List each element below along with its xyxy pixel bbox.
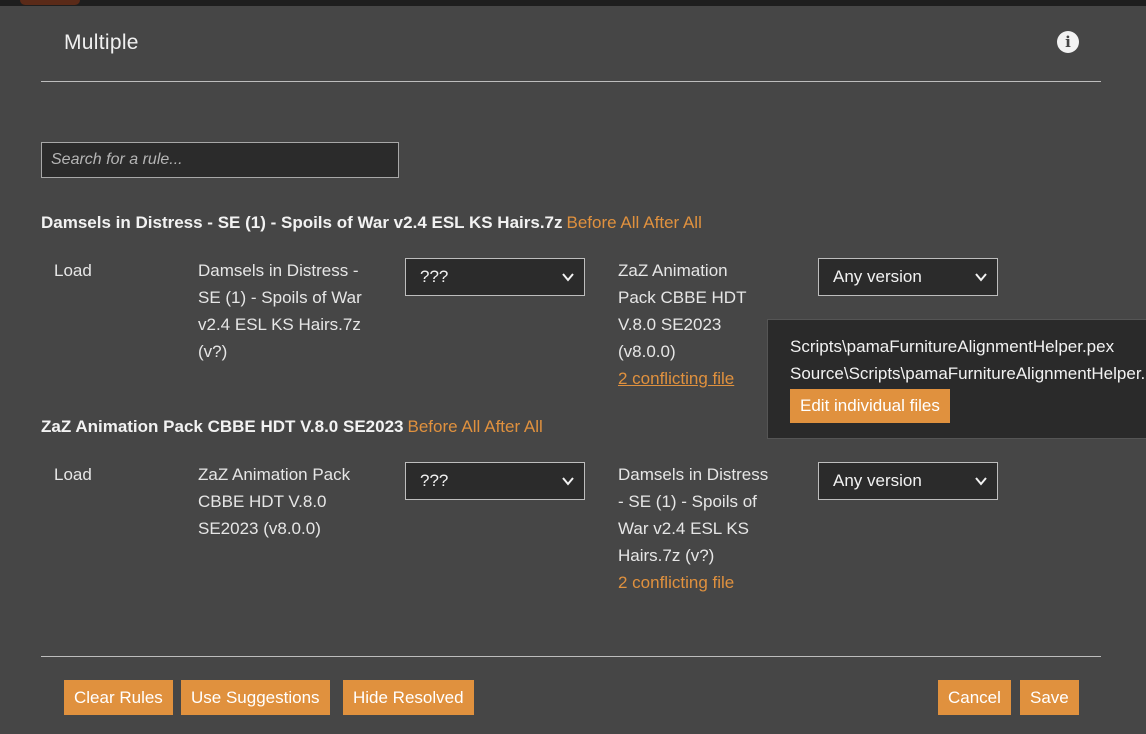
source-mod-line: SE (1) - Spoils of War: [198, 288, 362, 307]
before-all-link[interactable]: Before All: [567, 213, 640, 232]
group-header: Damsels in Distress - SE (1) - Spoils of…: [41, 213, 702, 233]
relation-select[interactable]: ???: [405, 462, 585, 500]
target-mod-line: - SE (1) - Spoils of: [618, 492, 757, 511]
header-divider: [41, 81, 1101, 82]
target-mod: Damsels in Distress - SE (1) - Spoils of…: [618, 461, 768, 596]
conflicting-files-tooltip: Scripts\pamaFurnitureAlignmentHelper.pex…: [767, 319, 1146, 439]
chevron-down-icon: [562, 477, 574, 486]
chevron-down-icon: [562, 273, 574, 282]
source-mod: Damsels in Distress - SE (1) - Spoils of…: [198, 257, 362, 365]
target-mod-line: Hairs.7z (v?): [618, 546, 715, 565]
conflicting-file-path: Source\Scripts\pamaFurnitureAlignmentHel…: [790, 364, 1146, 383]
hide-resolved-button[interactable]: Hide Resolved: [343, 680, 474, 715]
clear-rules-button[interactable]: Clear Rules: [64, 680, 173, 715]
window-top-strip: [0, 0, 1146, 6]
target-mod-line: War v2.4 ESL KS: [618, 519, 750, 538]
target-mod: ZaZ Animation Pack CBBE HDT V.8.0 SE2023…: [618, 257, 746, 392]
rule-type: Load: [54, 465, 92, 484]
source-mod-line: (v?): [198, 342, 228, 361]
source-mod-line: Damsels in Distress -: [198, 261, 359, 280]
target-mod-line: (v8.0.0): [618, 342, 676, 361]
cancel-button[interactable]: Cancel: [938, 680, 1011, 715]
source-mod: ZaZ Animation Pack CBBE HDT V.8.0 SE2023…: [198, 461, 350, 542]
conflicting-files-link[interactable]: 2 conflicting file: [618, 365, 746, 392]
target-mod-line: ZaZ Animation: [618, 261, 728, 280]
relation-value: ???: [420, 471, 449, 490]
rule-type: Load: [54, 261, 92, 280]
version-value: Any version: [833, 471, 922, 490]
group-name: Damsels in Distress - SE (1) - Spoils of…: [41, 213, 563, 232]
relation-value: ???: [420, 267, 449, 286]
conflicting-file-path: Scripts\pamaFurnitureAlignmentHelper.pex: [790, 337, 1115, 356]
group-name: ZaZ Animation Pack CBBE HDT V.8.0 SE2023: [41, 417, 404, 436]
footer-divider: [41, 656, 1101, 657]
info-icon[interactable]: i: [1057, 31, 1079, 53]
after-all-link[interactable]: After All: [484, 417, 543, 436]
target-mod-line: Pack CBBE HDT: [618, 288, 747, 307]
source-mod-line: CBBE HDT V.8.0: [198, 492, 327, 511]
version-select[interactable]: Any version: [818, 462, 998, 500]
chevron-down-icon: [975, 273, 987, 282]
conflicting-files-link[interactable]: 2 conflicting file: [618, 569, 768, 596]
target-mod-line: V.8.0 SE2023: [618, 315, 722, 334]
source-mod-line: ZaZ Animation Pack: [198, 465, 351, 484]
relation-select[interactable]: ???: [405, 258, 585, 296]
background-glow: [20, 0, 80, 5]
before-all-link[interactable]: Before All: [407, 417, 480, 436]
save-button[interactable]: Save: [1020, 680, 1079, 715]
version-value: Any version: [833, 267, 922, 286]
search-input[interactable]: [41, 142, 399, 178]
source-mod-line: v2.4 ESL KS Hairs.7z: [198, 315, 361, 334]
after-all-link[interactable]: After All: [643, 213, 702, 232]
target-mod-line: Damsels in Distress: [618, 465, 769, 484]
modal-title: Multiple: [64, 31, 139, 54]
edit-individual-files-button[interactable]: Edit individual files: [790, 389, 950, 423]
source-mod-line: SE2023 (v8.0.0): [198, 519, 321, 538]
use-suggestions-button[interactable]: Use Suggestions: [181, 680, 330, 715]
chevron-down-icon: [975, 477, 987, 486]
version-select[interactable]: Any version: [818, 258, 998, 296]
group-header: ZaZ Animation Pack CBBE HDT V.8.0 SE2023…: [41, 417, 543, 437]
